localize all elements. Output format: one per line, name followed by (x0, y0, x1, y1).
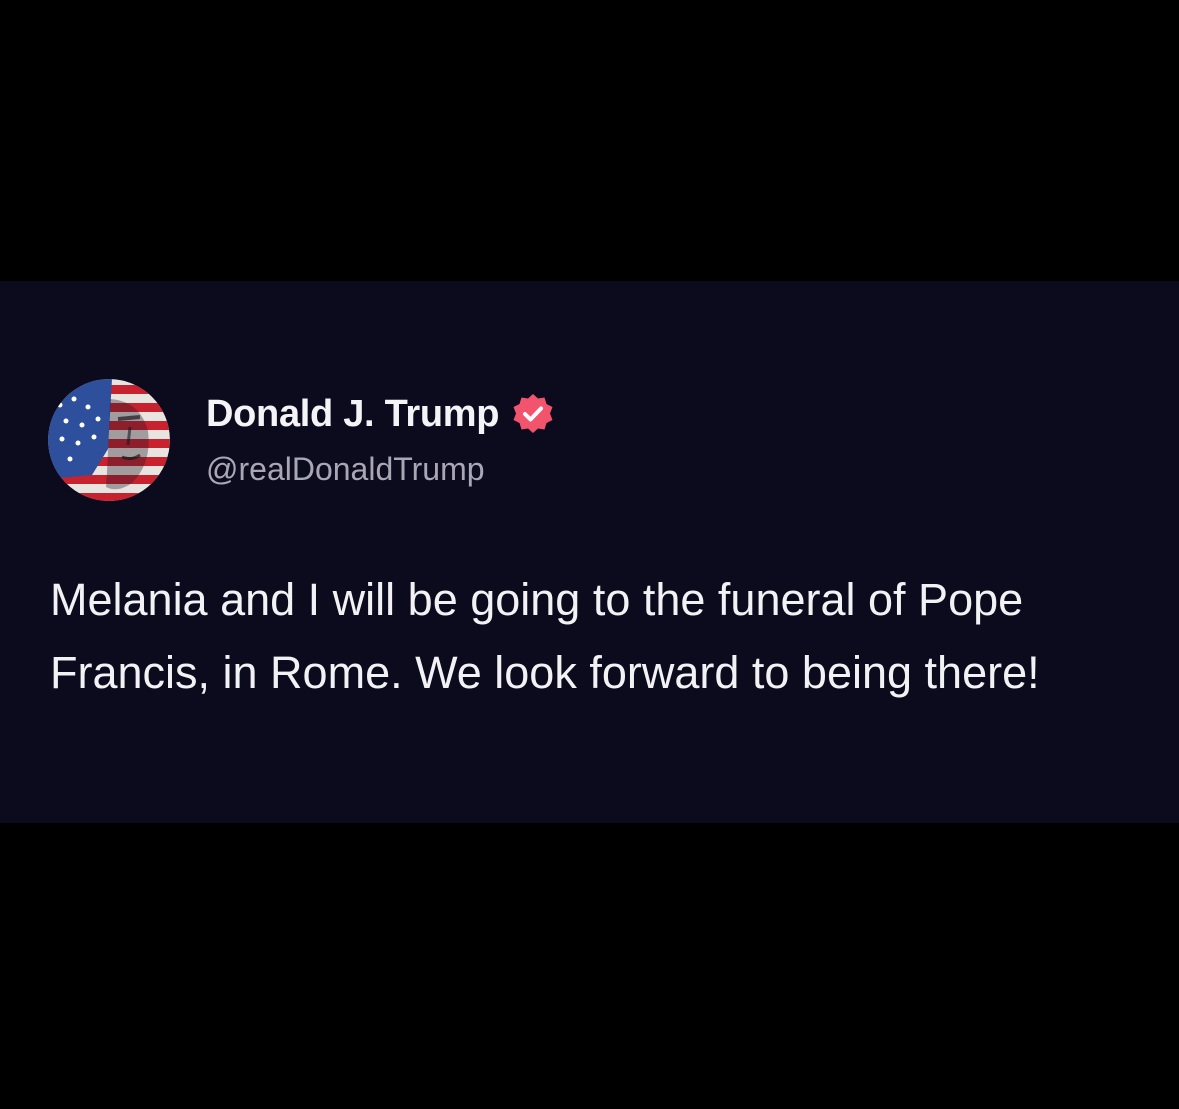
author-handle[interactable]: @realDonaldTrump (206, 450, 555, 488)
screenshot-canvas: Donald J. Trump @realDonaldTrump Melania… (0, 0, 1179, 1109)
flag-portrait-avatar-icon (48, 379, 170, 501)
author-display-name[interactable]: Donald J. Trump (206, 392, 500, 436)
author-info: Donald J. Trump @realDonaldTrump (206, 392, 555, 488)
name-row: Donald J. Trump (206, 392, 555, 436)
post-header: Donald J. Trump @realDonaldTrump (48, 379, 555, 501)
avatar[interactable] (48, 379, 170, 501)
post-text: Melania and I will be going to the funer… (50, 574, 1040, 698)
post-card: Donald J. Trump @realDonaldTrump Melania… (0, 281, 1179, 823)
verified-badge-icon (511, 392, 555, 436)
